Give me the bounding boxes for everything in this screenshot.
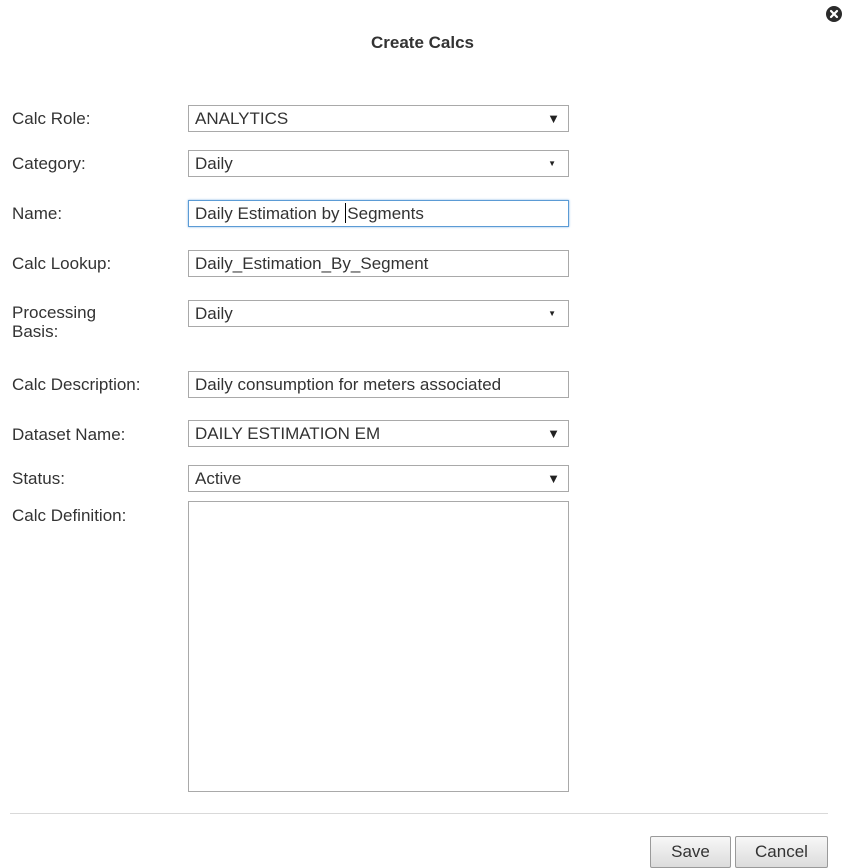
name-label: Name: (12, 204, 63, 223)
status-label: Status: (12, 469, 65, 488)
category-select[interactable]: Daily ▼ (188, 150, 569, 177)
save-button[interactable]: Save (650, 836, 731, 868)
calc-role-value: ANALYTICS (195, 109, 289, 128)
calc-role-select[interactable]: ANALYTICS ▼ (188, 105, 569, 132)
status-value: Active (195, 469, 242, 488)
chevron-down-icon: ▼ (547, 471, 560, 486)
processing-basis-label: Processing Basis: (12, 303, 97, 341)
cancel-button[interactable]: Cancel (735, 836, 828, 868)
name-input[interactable]: Daily Estimation by Segments (188, 200, 569, 227)
calc-definition-textarea[interactable] (188, 501, 569, 792)
create-calcs-dialog: Create Calcs Calc Role: ANALYTICS ▼ Cate… (0, 0, 845, 868)
category-label: Category: (12, 154, 86, 173)
category-value: Daily (195, 154, 233, 173)
calc-description-input[interactable]: Daily consumption for meters associated (188, 371, 569, 398)
processing-basis-value: Daily (195, 304, 233, 323)
name-value-start: Daily Estimation by (195, 204, 345, 223)
calc-lookup-label: Calc Lookup: (12, 254, 112, 273)
close-icon[interactable] (826, 6, 842, 22)
calc-definition-label: Calc Definition: (12, 506, 127, 525)
calc-role-label: Calc Role: (12, 109, 91, 128)
processing-basis-select[interactable]: Daily ▼ (188, 300, 569, 327)
chevron-down-icon: ▼ (548, 159, 556, 168)
calc-lookup-input[interactable]: Daily_Estimation_By_Segment (188, 250, 569, 277)
chevron-down-icon: ▼ (548, 309, 556, 318)
name-value-end: Segments (347, 204, 424, 223)
calc-description-label: Calc Description: (12, 375, 141, 394)
dataset-name-value: DAILY ESTIMATION EM (195, 424, 381, 443)
dataset-name-label: Dataset Name: (12, 425, 126, 444)
chevron-down-icon: ▼ (547, 111, 560, 126)
dataset-name-select[interactable]: DAILY ESTIMATION EM ▼ (188, 420, 569, 447)
footer-divider (10, 813, 828, 814)
status-select[interactable]: Active ▼ (188, 465, 569, 492)
dialog-title: Create Calcs (370, 33, 474, 52)
chevron-down-icon: ▼ (547, 426, 560, 441)
